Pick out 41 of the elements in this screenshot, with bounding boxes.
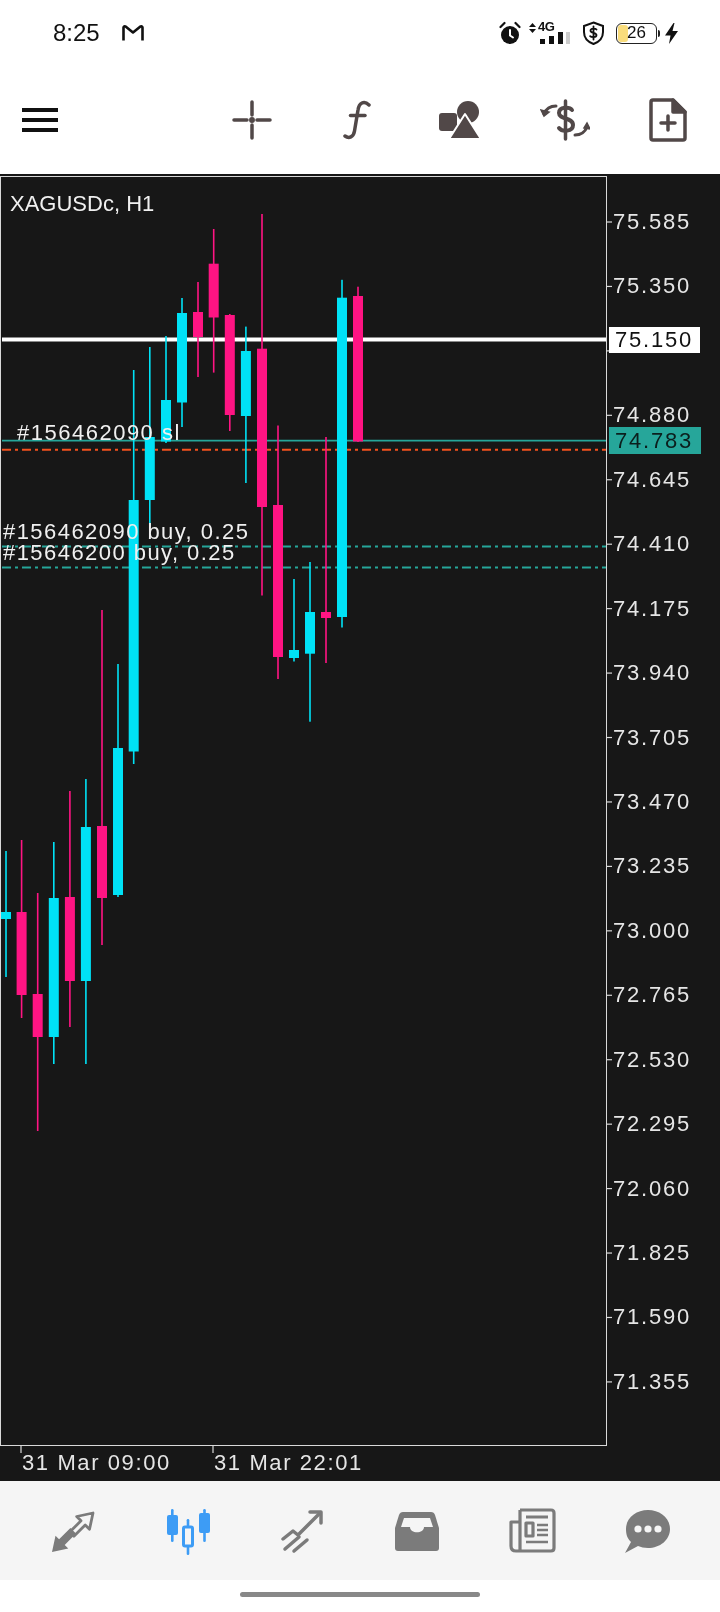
price-axis-label: 72.060 (613, 1177, 692, 1200)
chart-symbol-title: XAGUSDc, H1 (10, 193, 155, 215)
document-add-icon[interactable] (649, 98, 687, 142)
price-axis-label: 73.470 (613, 790, 692, 813)
candlestick-icon[interactable] (164, 1506, 212, 1555)
price-axis-label: 74.645 (613, 468, 692, 491)
function-icon[interactable] (342, 100, 372, 140)
price-axis-label: 75.350 (613, 275, 692, 298)
shield-dollar-icon (582, 21, 605, 45)
time-axis-label: 31 Mar 22:01 (214, 1452, 363, 1474)
price-axis-label: 73.000 (613, 919, 692, 942)
price-axis-label: 74.880 (613, 404, 692, 427)
network-type: 4G (538, 22, 555, 32)
price-axis-label: 75.585 (613, 211, 692, 233)
clock-time: 8:25 (53, 19, 100, 47)
newspaper-icon[interactable] (508, 1506, 556, 1555)
price-axis-label: 72.765 (613, 984, 692, 1007)
price-axis-label: 73.940 (613, 662, 692, 685)
crosshair-icon[interactable] (232, 100, 272, 140)
menu-icon[interactable] (22, 108, 58, 132)
price-axis-label: 73.235 (613, 855, 692, 878)
price-axis-label: 71.355 (613, 1370, 692, 1393)
price-tag: 75.150 (609, 326, 700, 353)
bid-price-tag: 74.783 (609, 427, 701, 455)
price-axis-label: 72.530 (613, 1048, 692, 1071)
price-axis-label: 71.825 (613, 1242, 692, 1265)
currency-exchange-icon[interactable] (540, 98, 590, 142)
time-axis-label: 31 Mar 09:00 (22, 1452, 171, 1474)
mail-icon (120, 24, 145, 42)
alarm-clock-icon (499, 21, 521, 45)
battery-percentage: 26 (627, 24, 646, 42)
signal-icon (540, 32, 570, 44)
price-axis-label: 74.175 (613, 597, 692, 620)
price-axis-label: 73.705 (613, 726, 692, 749)
shapes-icon[interactable] (439, 101, 481, 139)
data-arrows-icon (529, 23, 536, 33)
price-axis-label: 74.410 (613, 533, 692, 556)
price-axis-label: 72.295 (613, 1113, 692, 1136)
battery-charge-fill (618, 24, 628, 42)
charging-bolt-icon (665, 22, 678, 44)
price-axis-label: 71.590 (613, 1306, 692, 1329)
